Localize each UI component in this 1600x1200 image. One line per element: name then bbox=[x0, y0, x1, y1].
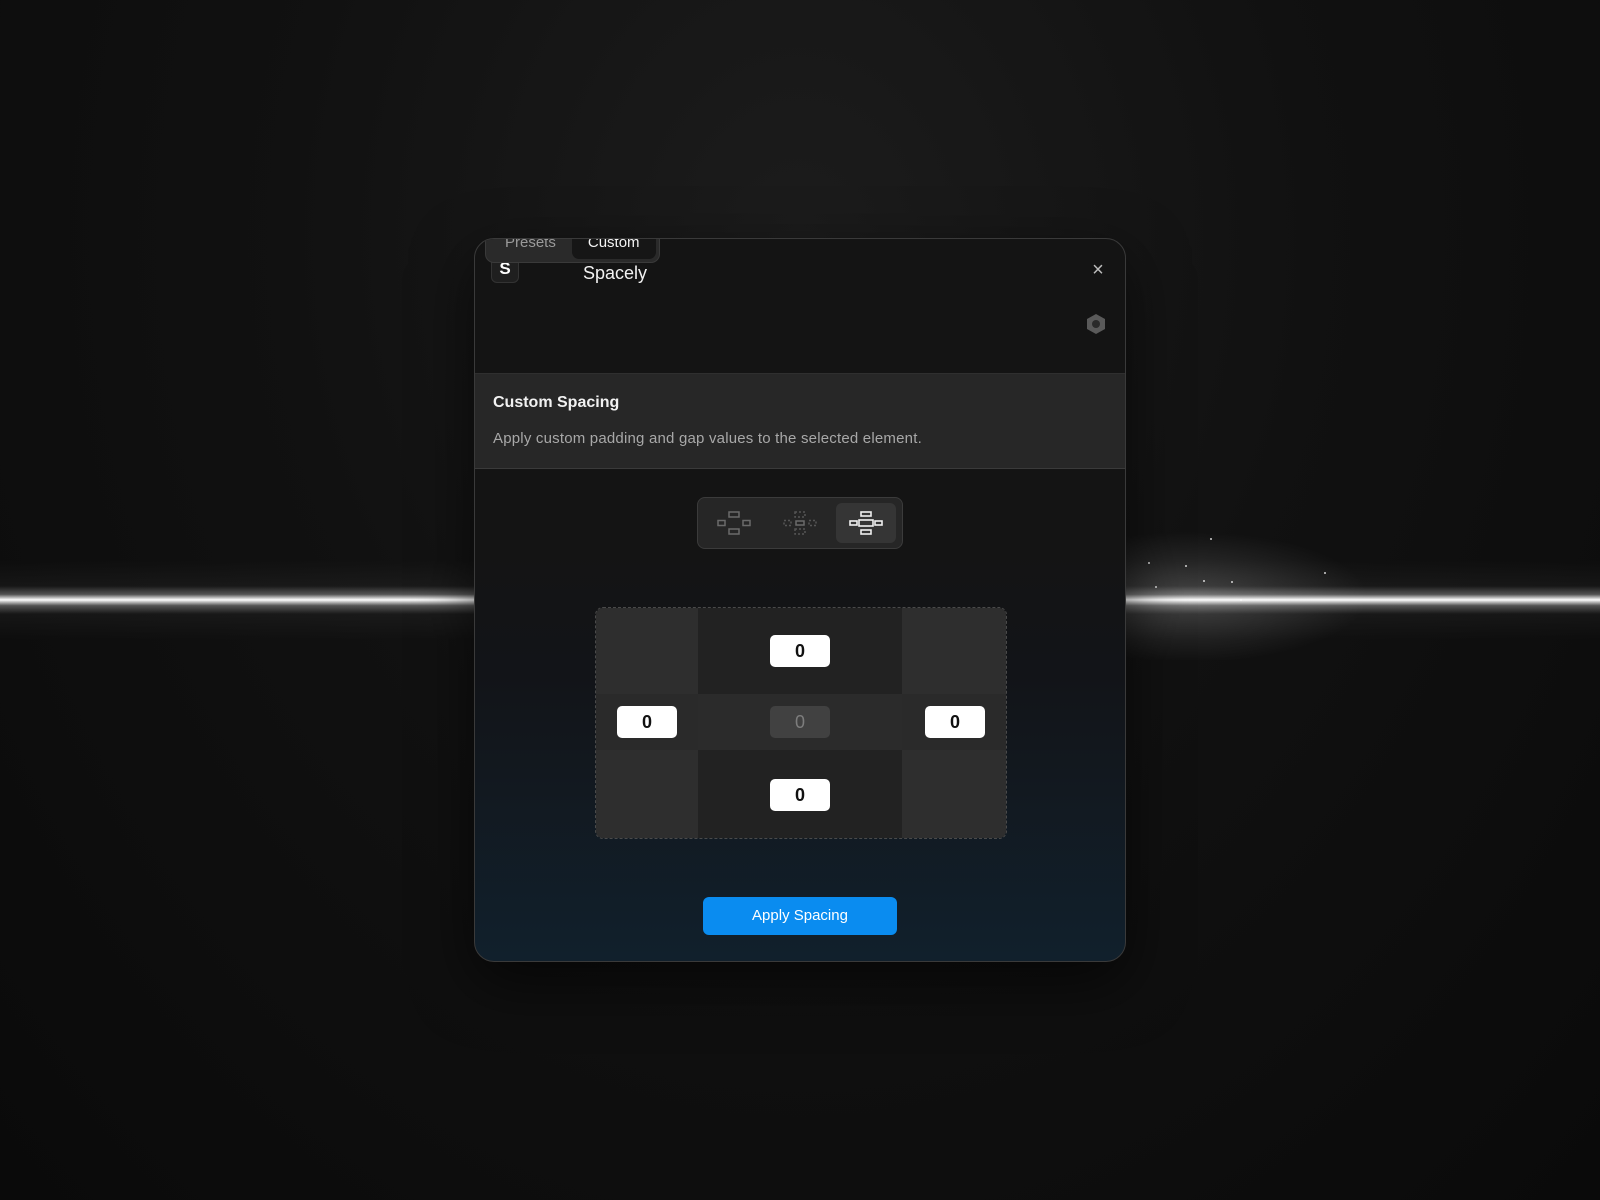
padding-left-input[interactable]: 0 bbox=[617, 706, 677, 738]
close-button[interactable]: × bbox=[1087, 259, 1109, 281]
grid-corner-bottom-right bbox=[902, 750, 1006, 838]
spacely-dialog: S Spacely × Presets Custom Custom Spacin… bbox=[474, 238, 1126, 962]
grid-corner-top-right bbox=[902, 608, 1006, 694]
grid-corner-top-left bbox=[596, 608, 698, 694]
apply-spacing-button[interactable]: Apply Spacing bbox=[703, 897, 897, 935]
grid-corner-bottom-left bbox=[596, 750, 698, 838]
grid-center: 0 bbox=[698, 694, 902, 750]
mode-gap-button[interactable] bbox=[770, 503, 830, 543]
settings-button[interactable] bbox=[1085, 313, 1107, 335]
tab-group: Presets Custom bbox=[485, 239, 660, 263]
padding-bottom-input[interactable]: 0 bbox=[770, 779, 830, 811]
padding-right-input[interactable]: 0 bbox=[925, 706, 985, 738]
custom-spacing-section: Custom Spacing Apply custom padding and … bbox=[475, 373, 1125, 469]
padding-layout-icon bbox=[717, 511, 751, 535]
spark bbox=[1210, 538, 1212, 540]
light-flare bbox=[1100, 520, 1400, 660]
section-title: Custom Spacing bbox=[493, 394, 620, 411]
desktop-background: S Spacely × Presets Custom Custom Spacin… bbox=[0, 0, 1600, 1200]
spacing-grid: 0 0 0 0 0 bbox=[595, 607, 1007, 839]
settings-hexagon-icon bbox=[1087, 314, 1105, 334]
tab-custom[interactable]: Custom bbox=[571, 239, 656, 259]
tab-presets[interactable]: Presets bbox=[489, 239, 572, 259]
grid-top: 0 bbox=[698, 608, 902, 694]
spacing-mode-selector bbox=[697, 497, 903, 549]
section-description: Apply custom padding and gap values to t… bbox=[493, 430, 922, 447]
padding-top-input[interactable]: 0 bbox=[770, 635, 830, 667]
gap-layout-icon bbox=[783, 511, 817, 535]
padding-and-gap-layout-icon bbox=[849, 511, 883, 535]
grid-right: 0 bbox=[902, 694, 1006, 750]
spark bbox=[1185, 565, 1187, 567]
tab-bar: Presets Custom bbox=[475, 239, 1125, 373]
gap-input: 0 bbox=[770, 706, 830, 738]
spark bbox=[1324, 572, 1326, 574]
spark bbox=[1231, 581, 1233, 583]
app-title: Spacely bbox=[583, 263, 648, 283]
mode-padding-gap-button[interactable] bbox=[836, 503, 896, 543]
grid-left: 0 bbox=[596, 694, 698, 750]
grid-bottom: 0 bbox=[698, 750, 902, 838]
mode-padding-button[interactable] bbox=[704, 503, 764, 543]
spark bbox=[1148, 562, 1150, 564]
spark bbox=[1240, 599, 1242, 601]
spark bbox=[1155, 586, 1157, 588]
spark bbox=[1203, 580, 1205, 582]
